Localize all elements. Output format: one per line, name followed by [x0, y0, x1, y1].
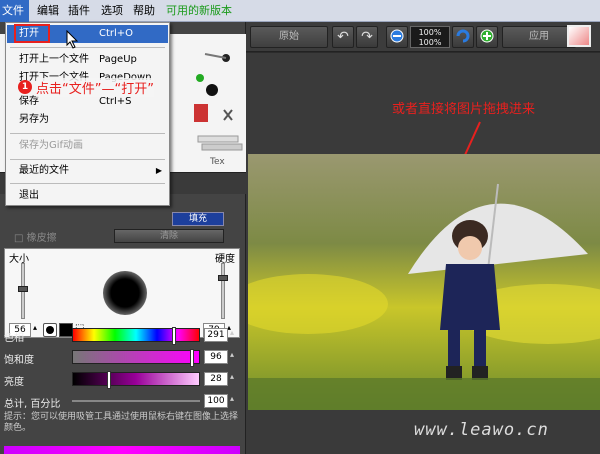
- saturation-value-field[interactable]: 96: [204, 350, 228, 364]
- redo-icon[interactable]: ↷: [356, 26, 378, 48]
- loaded-photo[interactable]: [248, 154, 600, 410]
- saturation-label: 饱和度: [4, 355, 34, 366]
- brightness-spin-icon[interactable]: ▴: [230, 372, 234, 381]
- image-thumbnail[interactable]: [567, 25, 591, 47]
- zoom-percent-bottom: 100%: [418, 38, 442, 47]
- hue-slider-handle[interactable]: [171, 327, 176, 345]
- zoom-percent-top: 100%: [418, 28, 442, 37]
- menu-item-save-gif[interactable]: 保存为Gif动画: [7, 137, 168, 155]
- hardness-slider-handle[interactable]: [218, 274, 228, 281]
- eraser-label: 橡皮擦: [26, 233, 57, 244]
- step-instruction-text: 点击“文件”—“打开”: [36, 78, 154, 97]
- watermark-text: www.leawo.cn: [414, 420, 549, 440]
- saturation-row: 饱和度 96 ▴: [0, 348, 246, 368]
- size-slider-handle[interactable]: [18, 286, 28, 292]
- hue-label: 色相: [4, 333, 24, 344]
- size-slider[interactable]: [18, 263, 28, 319]
- menu-plugins[interactable]: 插件: [66, 0, 92, 22]
- menu-file[interactable]: 文件: [0, 0, 29, 22]
- total-row: 总计, 百分比 100 ▴: [0, 392, 246, 412]
- eraser-checkbox[interactable]: □ 橡皮擦: [14, 229, 57, 244]
- toolbar: 原始 ↶ ↷ 100% 100% 应用: [246, 22, 600, 52]
- zoom-out-icon[interactable]: [386, 26, 408, 48]
- menu-item-open-previous[interactable]: 打开上一个文件 PageUp: [7, 51, 168, 69]
- brightness-slider-handle[interactable]: [107, 371, 112, 389]
- original-button[interactable]: 原始: [250, 26, 328, 48]
- saturation-spin-icon[interactable]: ▴: [230, 350, 234, 359]
- brightness-row: 亮度 28 ▴: [0, 370, 246, 390]
- menu-item-save-as[interactable]: 另存为: [7, 111, 168, 129]
- hue-value-field[interactable]: 291: [204, 328, 228, 342]
- new-version-link[interactable]: 可用的新版本: [164, 0, 234, 22]
- hardness-label: 硬度: [215, 254, 235, 265]
- open-highlight-box: [14, 24, 50, 43]
- total-value-field[interactable]: 100: [204, 394, 228, 408]
- submenu-arrow-icon: ▶: [155, 166, 162, 175]
- brightness-slider[interactable]: [72, 371, 200, 389]
- brush-settings-box: 大小 硬度 56 ▴ ⬚ 79 ▴: [4, 248, 240, 338]
- menu-help[interactable]: 帮助: [131, 0, 157, 22]
- total-label: 总计, 百分比: [4, 399, 61, 410]
- brush-preview-blob: [103, 271, 147, 315]
- hue-row: 色相 291 ▴: [0, 326, 246, 346]
- checkbox-box: □: [14, 233, 27, 244]
- drag-hint-text: 或者直接将图片拖拽进来: [392, 102, 536, 117]
- zoom-level-display: 100% 100%: [410, 26, 450, 48]
- step-number-badge: 1: [18, 80, 32, 94]
- hue-spin-icon[interactable]: ▴: [230, 328, 234, 337]
- clear-button[interactable]: 清除: [114, 229, 224, 243]
- fill-mode-select[interactable]: 填充: [172, 212, 224, 226]
- menu-item-exit[interactable]: 退出: [7, 187, 168, 205]
- saturation-slider-handle[interactable]: [190, 349, 195, 367]
- rotate-icon[interactable]: [452, 26, 474, 48]
- total-spin-icon[interactable]: ▴: [230, 394, 234, 403]
- file-menu-dropdown: 打开Ctrl+O 打开上一个文件PageUp 打开下一个文件PageDown 保…: [5, 22, 170, 206]
- total-slider[interactable]: [72, 400, 200, 402]
- undo-icon[interactable]: ↶: [332, 26, 354, 48]
- saturation-slider[interactable]: [72, 349, 200, 367]
- color-preview-strip: [4, 446, 240, 454]
- size-label: 大小: [9, 254, 29, 265]
- menu-bar: 文件 编辑 插件 选项 帮助 可用的新版本: [0, 0, 600, 22]
- hardness-slider[interactable]: [218, 263, 228, 319]
- hue-slider[interactable]: [72, 327, 200, 345]
- svg-text:Tex: Tex: [209, 157, 225, 167]
- zoom-in-icon[interactable]: [476, 26, 498, 48]
- menu-edit[interactable]: 编辑: [35, 0, 61, 22]
- menu-options[interactable]: 选项: [99, 0, 125, 22]
- brightness-value-field[interactable]: 28: [204, 372, 228, 386]
- menu-item-recent-files[interactable]: 最近的文件 ▶: [7, 162, 168, 180]
- apply-button[interactable]: 应用: [502, 26, 576, 48]
- mouse-cursor-icon: [66, 30, 79, 49]
- brightness-label: 亮度: [4, 377, 24, 388]
- hint-text: 提示：您可以使用吸管工具通过使用鼠标右键在图像上选择颜色。: [4, 412, 239, 433]
